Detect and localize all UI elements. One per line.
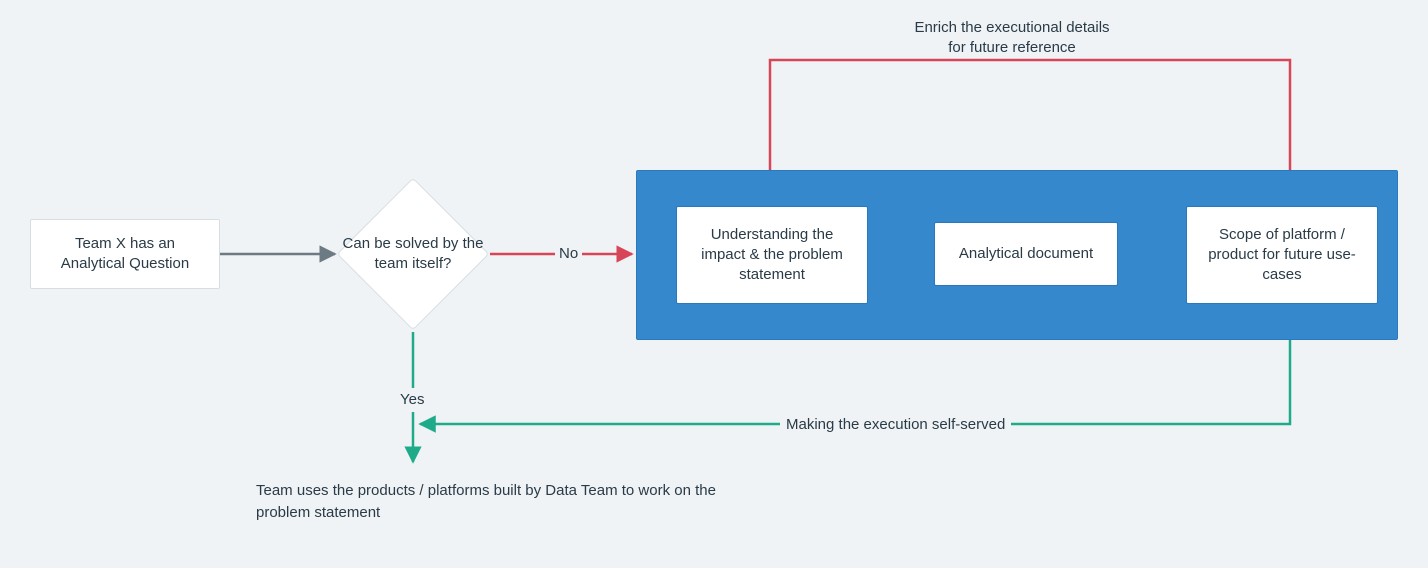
node-scope: Scope of platform / product for future u… xyxy=(1186,206,1378,304)
flowchart-canvas: Team X has an Analytical Question Can be… xyxy=(0,0,1428,568)
edge-label-enrich-line2: for future reference xyxy=(812,38,1212,58)
node-decision: Can be solved by the team itself? xyxy=(338,179,488,329)
edge-label-selfserved: Making the execution self-served xyxy=(780,413,1011,437)
node-understand-label: Understanding the impact & the problem s… xyxy=(691,225,853,286)
edge-label-no: No xyxy=(555,244,582,264)
node-doc-label: Analytical document xyxy=(959,244,1093,264)
node-decision-label: Can be solved by the team itself? xyxy=(338,234,488,275)
edge-label-yes: Yes xyxy=(396,388,428,412)
result-text: Team uses the products / platforms built… xyxy=(256,480,716,524)
node-start-label: Team X has an Analytical Question xyxy=(45,234,205,275)
node-start: Team X has an Analytical Question xyxy=(30,219,220,289)
edge-label-enrich: Enrich the executional details for futur… xyxy=(812,18,1212,59)
edge-label-enrich-line1: Enrich the executional details xyxy=(812,18,1212,38)
node-doc: Analytical document xyxy=(934,222,1118,286)
node-understand: Understanding the impact & the problem s… xyxy=(676,206,868,304)
node-scope-label: Scope of platform / product for future u… xyxy=(1201,225,1363,286)
